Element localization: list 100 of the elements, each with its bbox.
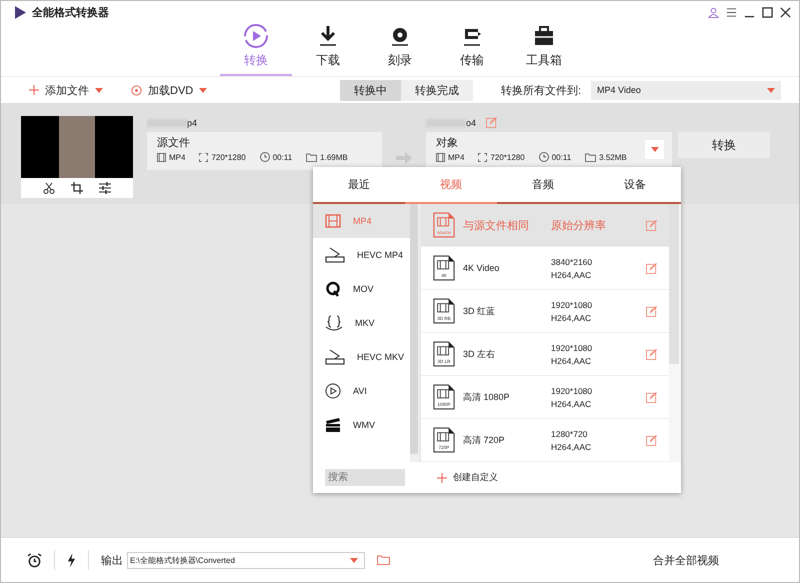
- caret-icon: [95, 88, 103, 92]
- nav-tab[interactable]: 刻录: [364, 23, 436, 76]
- category-tab[interactable]: 音频: [497, 167, 589, 204]
- duration-info: 00:11: [538, 152, 572, 162]
- format-item[interactable]: MKV: [313, 306, 410, 340]
- load-dvd-button[interactable]: 加载DVD: [131, 82, 208, 98]
- preset-codec: H264,AAC: [551, 312, 592, 322]
- folder-icon: [585, 152, 596, 162]
- caret-icon: [767, 88, 775, 92]
- expand-icon: [478, 152, 488, 162]
- preset-resolution: 3840*2160: [551, 256, 594, 266]
- q-icon: [325, 281, 341, 297]
- status-tab[interactable]: 转换中: [340, 80, 402, 100]
- merge-label: 合并全部视频: [653, 554, 719, 568]
- hevc-play-icon: [325, 349, 345, 365]
- preset-codec: H264,AAC: [551, 356, 592, 366]
- convert-icon: [243, 23, 269, 49]
- preset-name: 与源文件相同: [463, 218, 530, 232]
- braces-icon: [325, 315, 343, 331]
- size-info: 3.52MB: [585, 152, 627, 162]
- expand-icon: [199, 152, 208, 162]
- format-item[interactable]: AVI: [313, 374, 410, 408]
- format-item[interactable]: WMV: [313, 408, 410, 442]
- convert-all-label: 转换所有文件到:: [500, 84, 581, 98]
- format-dropdown[interactable]: MP4 Video: [591, 80, 781, 100]
- edit-icon[interactable]: [646, 306, 657, 316]
- clock-icon: [260, 152, 270, 162]
- caret-icon: [650, 147, 658, 152]
- format-item[interactable]: MOV: [313, 272, 410, 306]
- maximize-icon[interactable]: [762, 6, 773, 18]
- play-logo-icon: [15, 6, 26, 18]
- duration-info: 00:11: [260, 152, 292, 162]
- edit-icon[interactable]: [486, 117, 497, 128]
- preset-name: 高清 720P: [463, 434, 506, 446]
- user-icon[interactable]: [708, 6, 719, 18]
- output-path-dropdown[interactable]: E:\全能格式转换器\Converted: [127, 552, 365, 568]
- preset-resolution: 原始分辨率: [551, 218, 607, 232]
- crop-icon[interactable]: [71, 182, 83, 194]
- edit-icon[interactable]: [646, 434, 657, 446]
- preset-codec: H264,AAC: [551, 398, 592, 408]
- output-label: 输出: [101, 554, 123, 568]
- disc-icon: [131, 84, 142, 96]
- plus-icon: [437, 472, 447, 482]
- preset-resolution: 1280*720: [551, 428, 588, 438]
- size-info: 1.69MB: [306, 152, 348, 162]
- scrollbar[interactable]: [410, 204, 419, 462]
- create-custom-button[interactable]: 创建自定义: [437, 471, 498, 484]
- film-icon: [325, 213, 341, 229]
- nav-tab[interactable]: 转换: [220, 23, 292, 76]
- menu-icon[interactable]: [726, 6, 737, 18]
- scissors-icon[interactable]: [43, 182, 55, 194]
- format-info: MP4: [436, 152, 464, 162]
- close-icon[interactable]: [780, 6, 791, 18]
- window-title: 全能格式转换器: [32, 6, 109, 20]
- preset-name: 3D 红蓝: [463, 304, 496, 318]
- caret-icon: [199, 88, 208, 92]
- file-name: o4: [426, 116, 672, 130]
- format-item[interactable]: HEVC MKV: [313, 340, 410, 374]
- format-menu-button[interactable]: [645, 140, 664, 159]
- preset-resolution: 1920*1080: [551, 300, 594, 310]
- preset-codec: H264,AAC: [551, 442, 592, 452]
- panel-title: 源文件: [157, 136, 190, 150]
- folder-icon: [306, 152, 318, 162]
- film-icon: [436, 152, 445, 162]
- edit-icon[interactable]: [646, 220, 657, 230]
- add-file-button[interactable]: 添加文件: [29, 82, 103, 98]
- clock-icon: [538, 152, 549, 162]
- preset-resolution: 1920*1080: [551, 386, 594, 396]
- play-circle-icon: [325, 383, 341, 399]
- nav-tab[interactable]: 下载: [292, 23, 364, 76]
- preset-name: 3D 左右: [463, 348, 496, 360]
- nav-tab[interactable]: 工具箱: [508, 23, 580, 76]
- category-tab[interactable]: 最近: [313, 167, 405, 204]
- lightning-icon[interactable]: [67, 552, 76, 568]
- scrollbar[interactable]: [669, 204, 681, 462]
- preset-name: 高清 1080P: [463, 390, 511, 404]
- preset-name: 4K Video: [463, 263, 500, 273]
- panel-title: 对象: [436, 136, 458, 150]
- convert-button[interactable]: 转换: [678, 132, 770, 158]
- preset-resolution: 1920*1080: [551, 342, 594, 352]
- arrow-icon: [396, 152, 412, 164]
- preset-codec: H264,AAC: [551, 270, 592, 280]
- folder-icon[interactable]: [377, 555, 390, 565]
- format-item[interactable]: HEVC MP4: [313, 238, 410, 272]
- edit-icon[interactable]: [646, 262, 657, 274]
- hevc-play-icon: [325, 247, 345, 263]
- caret-icon: [350, 558, 358, 562]
- nav-tab[interactable]: 传输: [436, 23, 508, 76]
- category-tab[interactable]: 设备: [589, 167, 681, 204]
- clapperboard-icon: [325, 417, 341, 433]
- photo-placeholder: [59, 116, 95, 178]
- resolution-info: 720*1280: [478, 152, 525, 162]
- sliders-icon[interactable]: [99, 182, 111, 194]
- alarm-clock-icon[interactable]: [27, 552, 42, 568]
- edit-icon[interactable]: [646, 392, 657, 402]
- search-field[interactable]: 搜索: [325, 469, 405, 486]
- file-name: p4: [147, 116, 382, 130]
- status-tab[interactable]: 转换完成: [401, 80, 474, 100]
- edit-icon[interactable]: [646, 348, 657, 360]
- film-icon: [157, 152, 166, 162]
